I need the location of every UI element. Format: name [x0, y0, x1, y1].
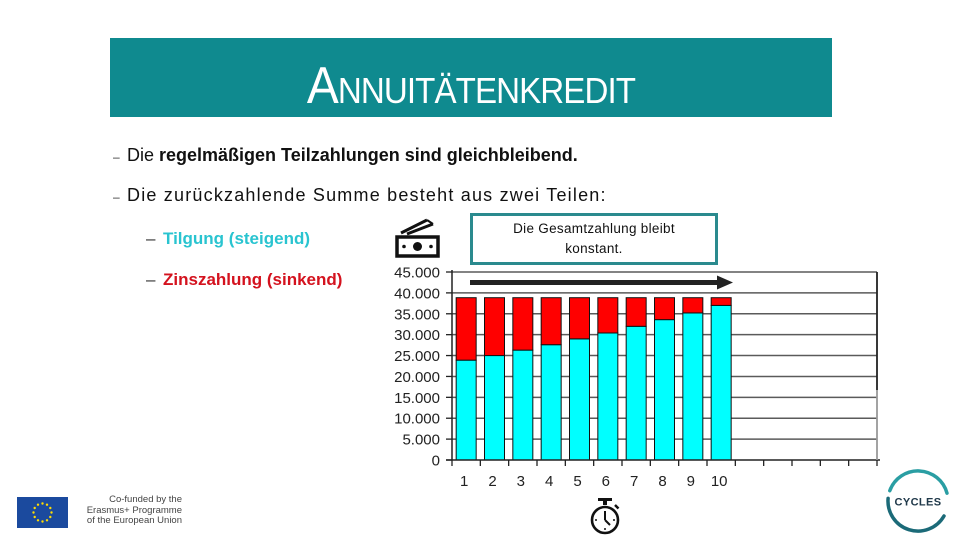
bullet-marker: – — [113, 150, 120, 164]
bar-tilgung-3 — [512, 349, 534, 461]
y-tick-label: 10.000 — [394, 411, 440, 428]
sub-bullet-tilgung: – Tilgung (steigend) — [146, 228, 310, 250]
bar-zins-7 — [625, 297, 647, 327]
bar-tilgung-2 — [484, 355, 505, 461]
title-banner: Annuitätenkredit — [110, 38, 832, 117]
bar-tilgung-5 — [569, 338, 590, 461]
stopwatch-icon — [590, 498, 620, 535]
sub-bullet-text: Tilgung (steigend) — [163, 229, 311, 248]
bullet-text-normal: Die — [127, 145, 160, 165]
bar-zins-8 — [654, 297, 675, 321]
x-tick-label: 1 — [460, 473, 468, 490]
bar-zins-6 — [597, 297, 619, 334]
bullet-text: Die zurückzahlende Summe besteht aus zwe… — [127, 185, 607, 205]
y-tick-label: 35.000 — [394, 306, 440, 323]
bar-zins-2 — [484, 297, 505, 357]
money-bill-icon — [395, 218, 440, 258]
bar-zins-4 — [540, 297, 562, 346]
logo-arc-top — [888, 469, 949, 495]
x-tick-label: 5 — [573, 473, 581, 490]
bar-tilgung-6 — [597, 332, 619, 461]
y-tick-label: 40.000 — [394, 285, 440, 302]
x-tick-label: 3 — [517, 473, 525, 490]
x-tick-label: 8 — [658, 473, 666, 490]
x-tick-label: 10 — [711, 473, 728, 490]
bullet-text-bold: regelmäßigen Teilzahlungen sind gleichbl… — [159, 145, 578, 165]
y-tick-label: 0 — [432, 453, 440, 470]
annuity-bar-chart: 0 5.000 10.000 15.000 20.000 25.000 30.000 35.0… — [394, 265, 880, 490]
bar-zins-10 — [710, 297, 732, 306]
bar-zins-3 — [512, 297, 534, 351]
x-tick-label: 6 — [602, 473, 610, 490]
y-tick-label: 45.000 — [394, 265, 440, 282]
sub-bullet-marker: – — [146, 270, 156, 289]
bar-tilgung-10 — [710, 304, 732, 461]
callout-line-1: Die Gesamtzahlung bleibt — [513, 221, 675, 236]
cycles-logo: CYCLES — [886, 469, 949, 533]
x-tick-label: 4 — [545, 473, 553, 490]
bar-tilgung-4 — [540, 344, 562, 461]
callout-line-2: konstant. — [565, 241, 623, 256]
y-tick-label: 25.000 — [394, 348, 440, 365]
bar-tilgung-9 — [682, 312, 704, 461]
bar-zins-5 — [569, 297, 590, 340]
bar-tilgung-1 — [455, 359, 477, 461]
y-tick-label: 20.000 — [394, 369, 440, 386]
x-tick-label: 7 — [630, 473, 638, 490]
bar-tilgung-7 — [625, 325, 647, 461]
bullet-marker: – — [113, 190, 121, 204]
eu-text-line-3: of the European Union — [86, 515, 182, 526]
bar-zins-1 — [455, 297, 477, 361]
sub-bullet-marker: – — [146, 229, 156, 248]
y-tick-label: 30.000 — [394, 327, 440, 344]
bullet-two-parts: – Die zurückzahlende Summe besteht aus zw… — [113, 184, 607, 208]
x-tick-label: 2 — [488, 473, 496, 490]
slide-title: Annuitätenkredit — [306, 57, 636, 115]
sub-bullet-text: Zinszahlung (sinkend) — [163, 270, 343, 289]
bar-zins-9 — [682, 297, 704, 314]
y-tick-label: 15.000 — [394, 390, 440, 407]
sub-bullet-zinszahlung: – Zinszahlung (sinkend) — [146, 269, 342, 291]
logo-text: CYCLES — [894, 497, 941, 509]
eu-cofunding-text: Co-funded by the Erasmus+ Programme of t… — [60, 494, 182, 527]
bar-tilgung-8 — [654, 319, 675, 461]
y-tick-label: 5.000 — [402, 432, 440, 449]
callout-constant-payment: Die Gesamtzahlung bleibt konstant. — [470, 213, 718, 265]
x-tick-label: 9 — [687, 473, 695, 490]
bullet-equal-installments: – Die regelmäßigen Teilzahlungen sind gle… — [113, 144, 578, 168]
eu-text-line-1: Co-funded by the — [109, 494, 182, 505]
